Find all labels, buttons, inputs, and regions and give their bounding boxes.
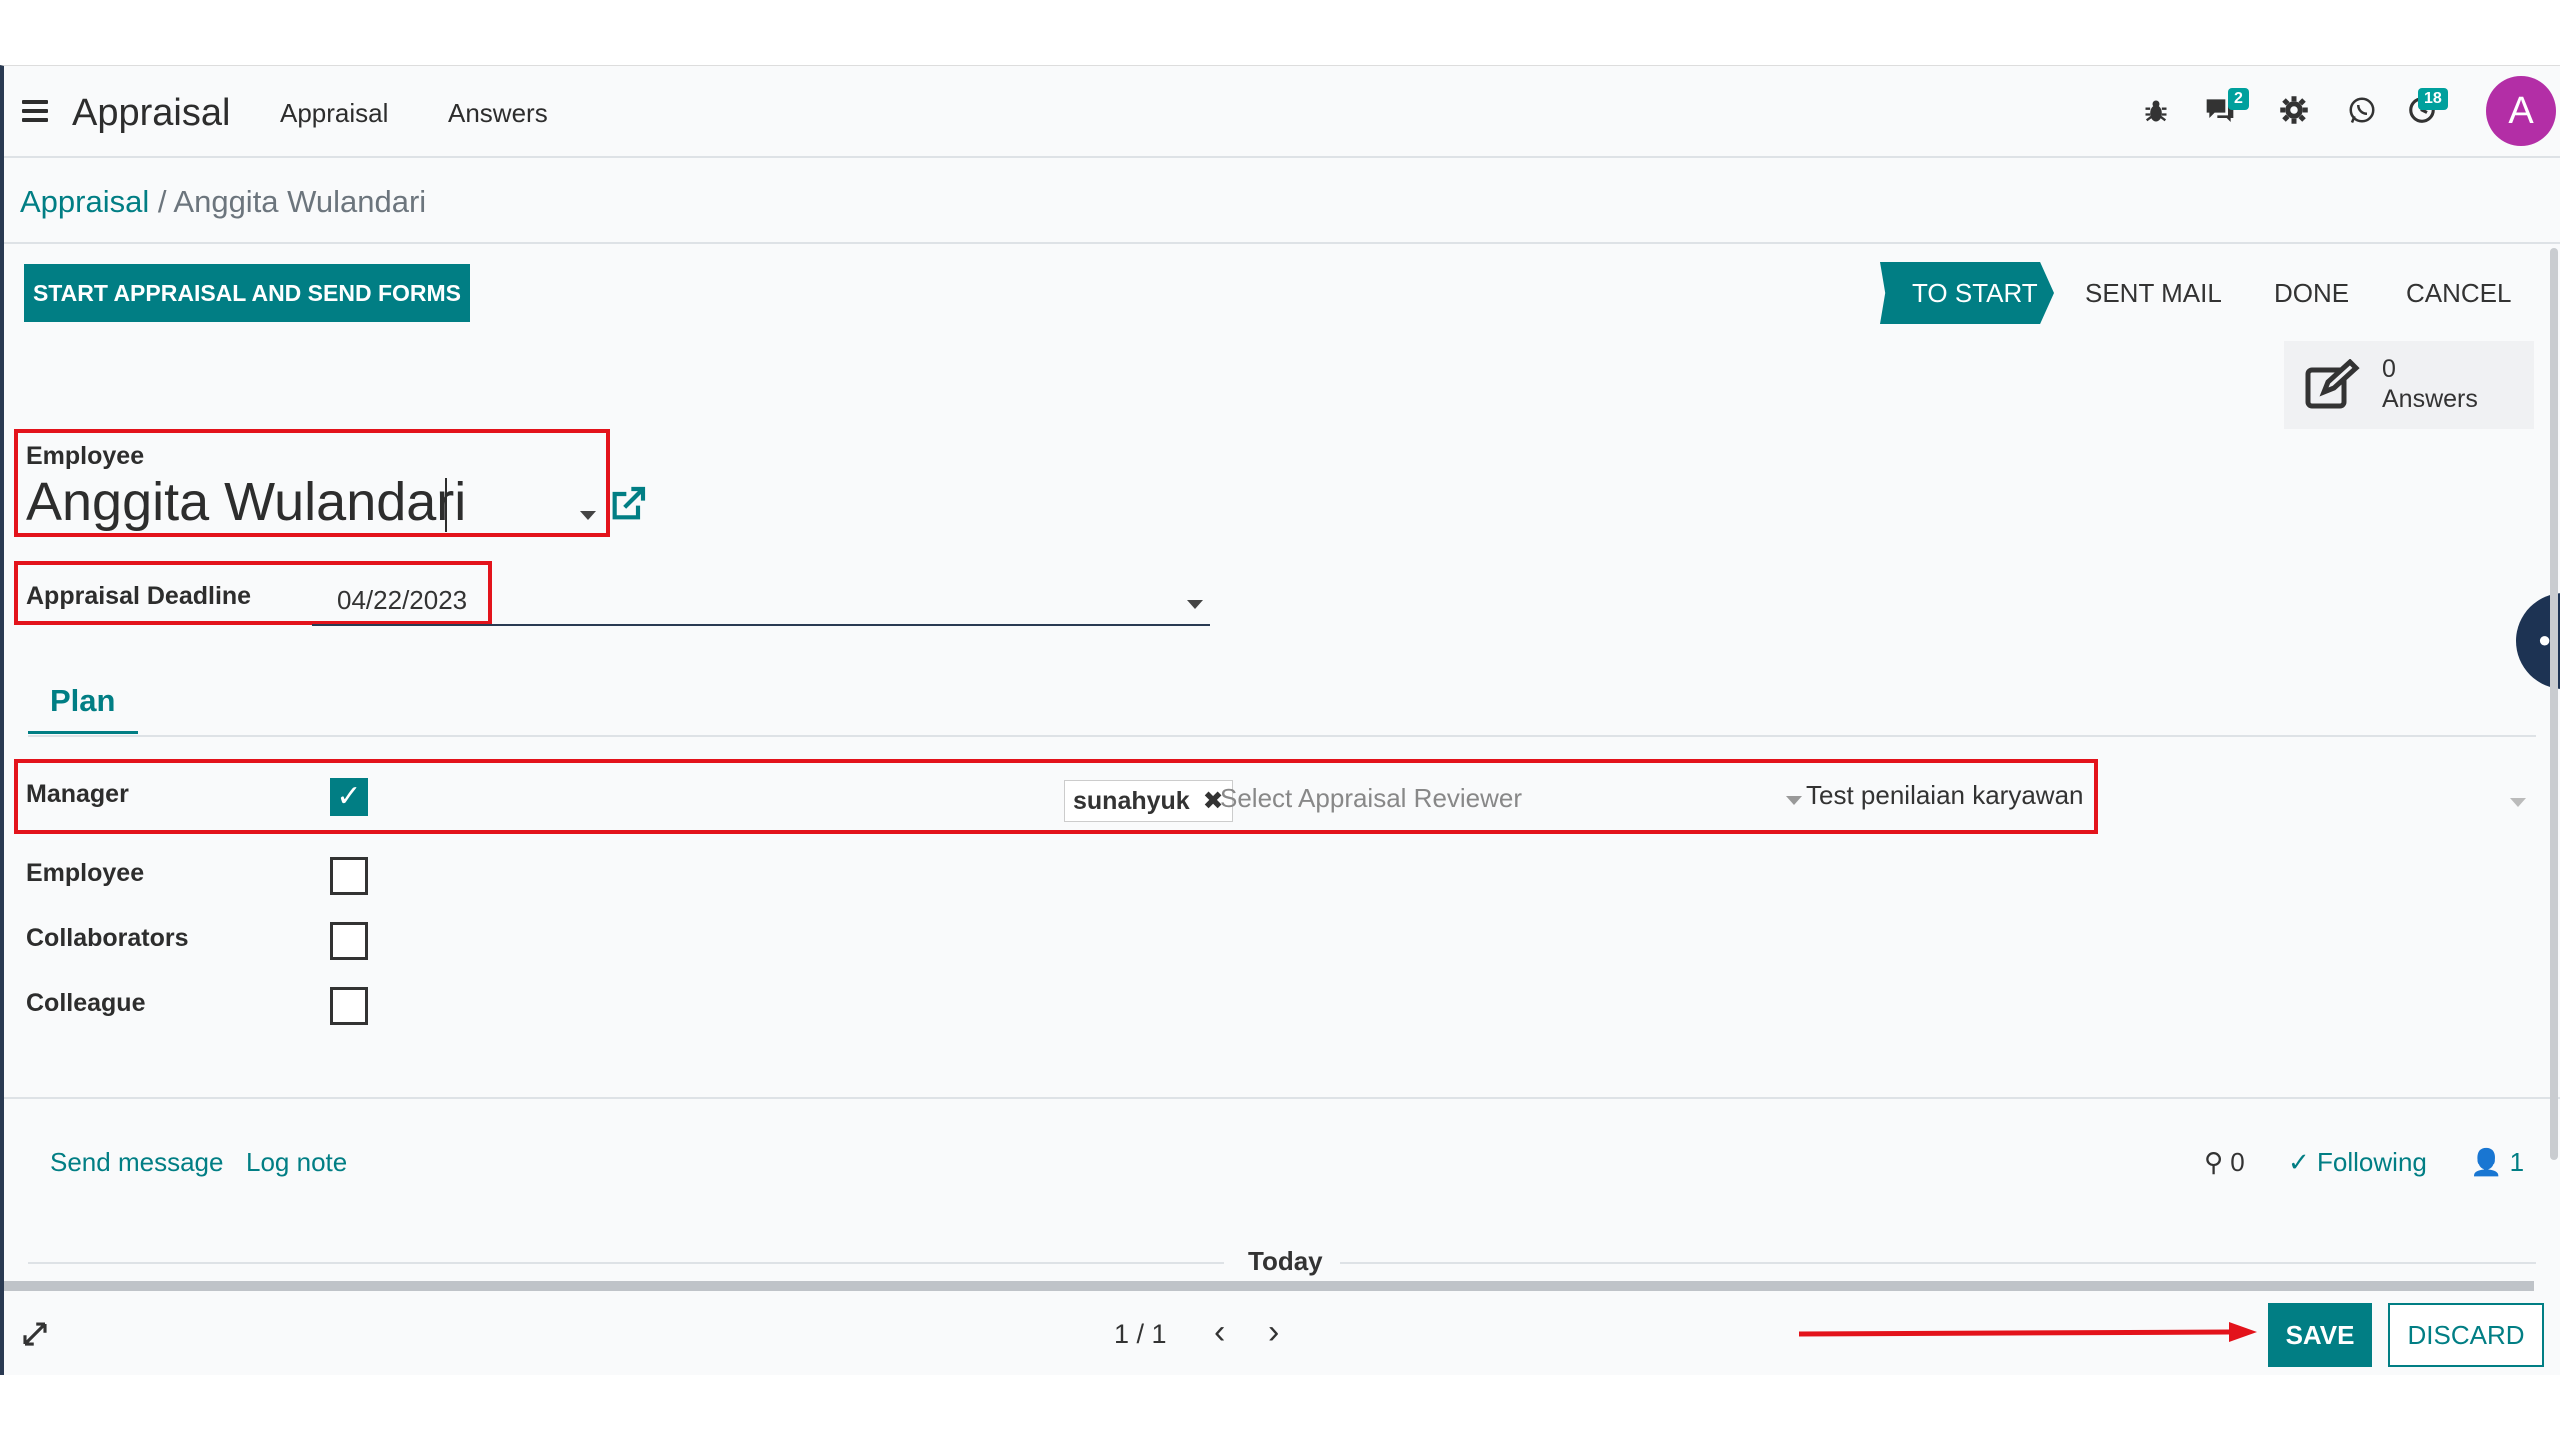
reviewer-tag-label: sunahyuk	[1073, 787, 1190, 815]
employee-dropdown-caret-icon[interactable]	[580, 511, 596, 520]
reviewer-dropdown-caret-icon[interactable]	[1786, 796, 1802, 805]
colleague-label: Colleague	[26, 989, 146, 1017]
deadline-input[interactable]: 04/22/2023	[337, 585, 467, 616]
check-icon: ✓	[2288, 1147, 2310, 1177]
user-icon: 👤	[2470, 1147, 2503, 1177]
pager-next-icon[interactable]: ›	[1268, 1313, 1279, 1352]
attachments-count-button[interactable]: ⚲ 0	[2204, 1147, 2245, 1178]
annotation-arrow-icon	[1799, 1322, 2257, 1342]
app-title[interactable]: Appraisal	[72, 92, 230, 135]
deadline-dropdown-caret-icon[interactable]	[1187, 600, 1203, 609]
pager-prev-icon[interactable]: ‹	[1214, 1313, 1225, 1352]
breadcrumb-parent-link[interactable]: Appraisal	[20, 184, 149, 219]
employee-name-input[interactable]: Anggita Wulandari	[26, 471, 466, 533]
activities-badge: 18	[2418, 88, 2448, 110]
nav-menu-appraisal[interactable]: Appraisal	[280, 98, 388, 129]
following-button[interactable]: ✓ Following	[2288, 1147, 2427, 1178]
employee-checkbox[interactable]	[330, 857, 368, 895]
today-divider-right	[1340, 1262, 2536, 1264]
status-done[interactable]: DONE	[2274, 262, 2349, 324]
attachments-count: 0	[2230, 1147, 2245, 1177]
user-avatar[interactable]: A	[2486, 76, 2556, 146]
text-cursor	[445, 478, 447, 532]
answers-label: Answers	[2382, 385, 2478, 413]
vertical-scrollbar[interactable]	[2550, 248, 2558, 1160]
gear-icon[interactable]	[2274, 94, 2314, 134]
bug-icon[interactable]	[2136, 94, 2176, 134]
collaborators-checkbox[interactable]	[330, 922, 368, 960]
external-link-icon[interactable]	[608, 484, 648, 524]
bottom-scroll-strip	[4, 1281, 2534, 1291]
deadline-underline	[312, 624, 1210, 626]
nav-menu-answers[interactable]: Answers	[448, 98, 548, 129]
status-sent-mail[interactable]: SENT MAIL	[2085, 262, 2222, 324]
followers-button[interactable]: 👤 1	[2470, 1147, 2524, 1178]
followers-count: 1	[2509, 1147, 2525, 1177]
answers-stat-button[interactable]: 0 Answers	[2284, 341, 2534, 429]
tab-divider	[28, 735, 2536, 737]
breadcrumb-separator: /	[157, 184, 167, 219]
manager-template-select[interactable]: Test penilaian karyawan	[1806, 780, 2084, 811]
messages-badge: 2	[2228, 88, 2249, 110]
whatsapp-icon[interactable]	[2342, 94, 2382, 134]
log-note-link[interactable]: Log note	[246, 1147, 347, 1178]
discard-button[interactable]: DISCARD	[2388, 1303, 2544, 1367]
breadcrumb: Appraisal / Anggita Wulandari	[20, 184, 426, 220]
manager-checkbox[interactable]: ✓	[330, 778, 368, 816]
send-message-link[interactable]: Send message	[50, 1147, 223, 1178]
start-appraisal-button[interactable]: START APPRAISAL AND SEND FORMS	[24, 264, 470, 322]
employee-row-label: Employee	[26, 859, 145, 887]
expand-icon[interactable]	[20, 1319, 50, 1349]
answers-count: 0	[2382, 355, 2396, 383]
save-button[interactable]: SAVE	[2268, 1303, 2372, 1367]
colleague-checkbox[interactable]	[330, 987, 368, 1025]
breadcrumb-divider	[4, 242, 2560, 244]
paperclip-icon: ⚲	[2204, 1147, 2224, 1177]
breadcrumb-current: Anggita Wulandari	[173, 184, 427, 219]
status-cancel[interactable]: CANCEL	[2406, 262, 2511, 324]
today-divider-left	[28, 1262, 1224, 1264]
status-bar: TO START SENT MAIL DONE CANCEL	[1880, 262, 2530, 324]
template-dropdown-caret-icon[interactable]	[2510, 798, 2526, 807]
status-to-start[interactable]: TO START	[1880, 262, 2054, 324]
today-label: Today	[1248, 1246, 1323, 1276]
following-label: Following	[2317, 1147, 2427, 1177]
menu-hamburger-icon[interactable]	[22, 100, 48, 122]
top-navbar: Appraisal Appraisal Answers 2 18 A	[4, 66, 2560, 158]
tab-plan[interactable]: Plan	[50, 683, 115, 719]
deadline-label: Appraisal Deadline	[26, 582, 252, 610]
manager-label: Manager	[26, 780, 129, 808]
tab-active-underline	[28, 731, 138, 734]
edit-form-icon	[2305, 359, 2360, 409]
reviewer-tag[interactable]: sunahyuk ✖	[1064, 780, 1233, 822]
form-chatter-divider	[4, 1097, 2560, 1099]
app-frame: Appraisal Appraisal Answers 2 18 A Appra…	[0, 65, 2560, 1375]
employee-label: Employee	[26, 442, 145, 470]
collaborators-label: Collaborators	[26, 924, 189, 952]
pager-value[interactable]: 1 / 1	[1114, 1319, 1167, 1350]
reviewer-select-input[interactable]: Select Appraisal Reviewer	[1220, 783, 1522, 814]
